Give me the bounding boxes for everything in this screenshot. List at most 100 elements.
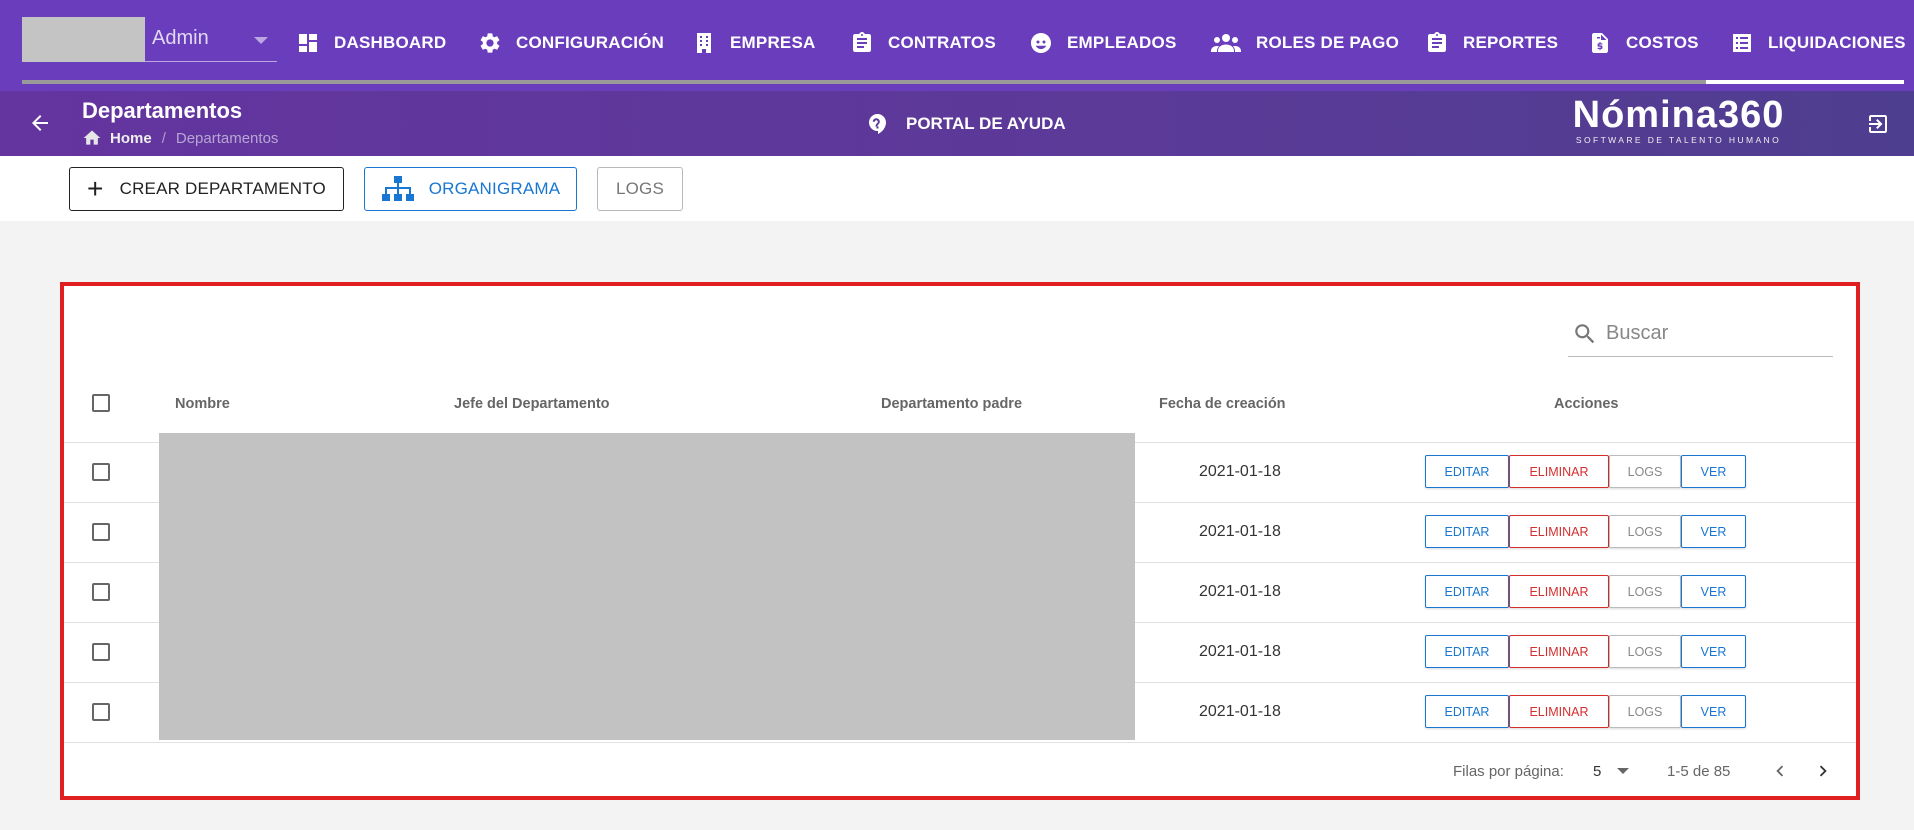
breadcrumb-separator: /	[161, 129, 166, 147]
pagination-range: 1-5 de 85	[1667, 763, 1731, 780]
breadcrumb-home[interactable]: Home	[110, 130, 152, 147]
nav-item-liquidaciones[interactable]: LIQUIDACIONES	[1730, 28, 1906, 58]
clipboard-icon	[1425, 31, 1449, 55]
create-department-button[interactable]: + CREAR DEPARTAMENTO	[69, 167, 344, 211]
delete-button[interactable]: ELIMINAR	[1509, 455, 1609, 488]
breadcrumb: Home / Departamentos	[82, 128, 278, 148]
select-all-checkbox[interactable]	[92, 394, 110, 412]
user-selector[interactable]: Admin	[22, 17, 277, 62]
action-toolbar: + CREAR DEPARTAMENTO ORGANIGRAMA LOGS	[0, 156, 1914, 221]
nav-item-label: COSTOS	[1626, 33, 1699, 52]
help-bubble-icon	[866, 112, 890, 136]
view-button[interactable]: VER	[1681, 695, 1746, 728]
nav-item-contratos[interactable]: CONTRATOS	[850, 28, 996, 58]
nav-item-label: CONTRATOS	[888, 33, 996, 52]
delete-button[interactable]: ELIMINAR	[1509, 695, 1609, 728]
nav-item-roles-de-pago[interactable]: ROLES DE PAGO	[1210, 28, 1399, 58]
view-button[interactable]: VER	[1681, 455, 1746, 488]
nav-item-label: LIQUIDACIONES	[1768, 33, 1906, 52]
redacted-content	[159, 433, 1135, 740]
nav-item-label: ROLES DE PAGO	[1256, 33, 1400, 52]
search-icon	[1572, 321, 1598, 347]
creation-date: 2021-01-18	[1199, 523, 1281, 540]
chevron-down-icon	[254, 37, 268, 44]
page-header: Departamentos Home / Departamentos PORTA…	[0, 91, 1914, 156]
home-icon	[82, 128, 102, 148]
dashboard-icon	[296, 31, 320, 55]
org-chart-icon	[381, 175, 415, 203]
list-icon	[1730, 31, 1754, 55]
view-button[interactable]: VER	[1681, 515, 1746, 548]
plus-icon: +	[87, 173, 104, 204]
row-logs-button[interactable]: LOGS	[1609, 455, 1681, 488]
user-name: Admin	[152, 27, 209, 49]
edit-button[interactable]: EDITAR	[1425, 455, 1509, 488]
column-header-fecha[interactable]: Fecha de creación	[1159, 396, 1286, 412]
invoice-dollar-icon	[1588, 31, 1612, 55]
nav-item-empleados[interactable]: EMPLEADOS	[1029, 28, 1176, 58]
nav-item-label: EMPRESA	[730, 33, 816, 52]
arrow-back-icon[interactable]	[28, 111, 52, 135]
nav-item-costos[interactable]: COSTOS	[1588, 28, 1699, 58]
nav-item-label: EMPLEADOS	[1067, 33, 1177, 52]
delete-button[interactable]: ELIMINAR	[1509, 515, 1609, 548]
nav-item-label: DASHBOARD	[334, 33, 447, 52]
column-header-departamento-padre[interactable]: Departamento padre	[881, 396, 1022, 412]
logout-icon[interactable]	[1866, 112, 1890, 136]
brand-logo: Nómina360 SOFTWARE DE TALENTO HUMANO	[1566, 95, 1791, 145]
column-header-nombre[interactable]: Nombre	[175, 396, 230, 412]
org-chart-button[interactable]: ORGANIGRAMA	[364, 167, 577, 211]
create-department-label: CREAR DEPARTAMENTO	[119, 179, 326, 198]
top-navigation-bar: Admin DASHBOARD CONFIGURACIÓN EMPRESA CO…	[0, 0, 1914, 91]
row-logs-button[interactable]: LOGS	[1609, 635, 1681, 668]
avatar	[22, 17, 145, 62]
rows-per-page-value: 5	[1593, 762, 1602, 780]
nav-item-configuracion[interactable]: CONFIGURACIÓN	[478, 28, 664, 58]
edit-button[interactable]: EDITAR	[1425, 515, 1509, 548]
face-icon	[1029, 31, 1053, 55]
breadcrumb-current: Departamentos	[175, 129, 279, 147]
chevron-right-icon[interactable]	[1812, 760, 1834, 782]
rows-per-page-select[interactable]: 5	[1593, 757, 1637, 785]
view-button[interactable]: VER	[1681, 635, 1746, 668]
creation-date: 2021-01-18	[1199, 463, 1281, 480]
column-header-jefe[interactable]: Jefe del Departamento	[454, 396, 610, 412]
nav-item-dashboard[interactable]: DASHBOARD	[296, 28, 446, 58]
row-logs-button[interactable]: LOGS	[1609, 695, 1681, 728]
row-logs-button[interactable]: LOGS	[1609, 575, 1681, 608]
chevron-left-icon[interactable]	[1769, 760, 1791, 782]
nav-item-empresa[interactable]: EMPRESA	[692, 28, 815, 58]
nav-scroll-track	[22, 80, 1904, 84]
row-checkbox[interactable]	[92, 463, 110, 481]
row-checkbox[interactable]	[92, 583, 110, 601]
nav-item-reportes[interactable]: REPORTES	[1425, 28, 1558, 58]
help-label: PORTAL DE AYUDA	[906, 114, 1066, 133]
chevron-down-icon	[1617, 768, 1630, 774]
delete-button[interactable]: ELIMINAR	[1509, 635, 1609, 668]
creation-date: 2021-01-18	[1199, 703, 1281, 720]
row-checkbox[interactable]	[92, 703, 110, 721]
logs-label: LOGS	[615, 179, 665, 198]
delete-button[interactable]: ELIMINAR	[1509, 575, 1609, 608]
edit-button[interactable]: EDITAR	[1425, 635, 1509, 668]
logs-button[interactable]: LOGS	[597, 167, 683, 211]
nav-item-label: CONFIGURACIÓN	[516, 33, 665, 52]
creation-date: 2021-01-18	[1199, 583, 1281, 600]
nav-item-label: REPORTES	[1463, 33, 1559, 52]
column-header-acciones: Acciones	[1554, 396, 1619, 412]
search-placeholder: Buscar	[1606, 322, 1669, 344]
brand-tagline: SOFTWARE DE TALENTO HUMANO	[1575, 135, 1782, 145]
help-portal-link[interactable]: PORTAL DE AYUDA	[866, 112, 1066, 136]
org-chart-label: ORGANIGRAMA	[428, 179, 561, 198]
edit-button[interactable]: EDITAR	[1425, 695, 1509, 728]
gear-icon	[478, 31, 502, 55]
edit-button[interactable]: EDITAR	[1425, 575, 1509, 608]
row-checkbox[interactable]	[92, 643, 110, 661]
row-logs-button[interactable]: LOGS	[1609, 515, 1681, 548]
search-input[interactable]: Buscar	[1568, 311, 1833, 357]
building-icon	[692, 31, 716, 55]
view-button[interactable]: VER	[1681, 575, 1746, 608]
clipboard-icon	[850, 31, 874, 55]
brand-name: Nómina360	[1572, 94, 1785, 136]
row-checkbox[interactable]	[92, 523, 110, 541]
